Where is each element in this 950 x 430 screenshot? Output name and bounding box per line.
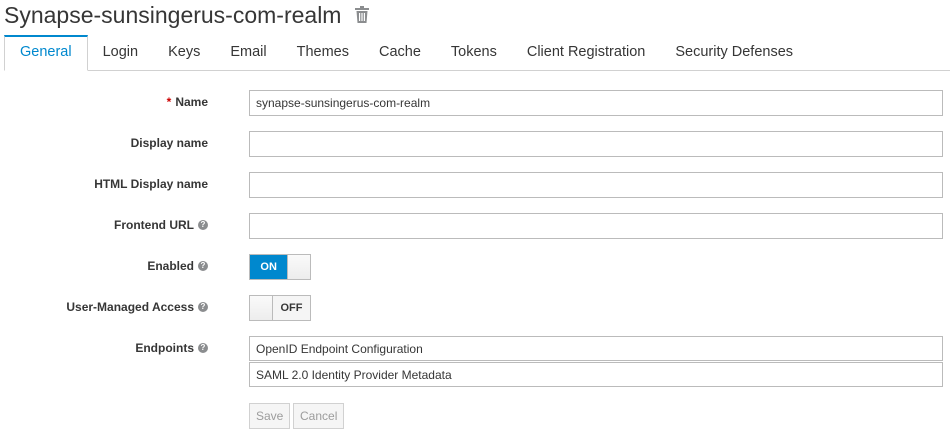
display-name-label-text: Display name xyxy=(130,136,208,150)
page-header: Synapse-sunsingerus-com-realm xyxy=(4,0,371,30)
user-managed-access-toggle-state: OFF xyxy=(273,296,310,320)
name-label-text: Name xyxy=(175,95,208,109)
question-circle-icon[interactable]: ? xyxy=(198,343,208,353)
tab-keys[interactable]: Keys xyxy=(153,35,215,69)
save-button[interactable]: Save xyxy=(249,403,291,429)
frontend-url-label-text: Frontend URL xyxy=(114,218,194,232)
toggle-handle xyxy=(250,296,273,320)
tab-themes[interactable]: Themes xyxy=(282,35,364,69)
endpoint-saml-link[interactable]: SAML 2.0 Identity Provider Metadata xyxy=(249,362,943,387)
endpoints-label: Endpoints ? xyxy=(135,341,208,355)
enabled-label-text: Enabled xyxy=(147,259,194,273)
display-name-label: Display name xyxy=(131,136,208,150)
page-title: Synapse-sunsingerus-com-realm xyxy=(4,1,342,28)
endpoint-openid-link[interactable]: OpenID Endpoint Configuration xyxy=(249,336,943,361)
display-name-input[interactable] xyxy=(249,131,943,157)
user-managed-access-toggle[interactable]: OFF xyxy=(249,295,311,321)
html-display-name-input[interactable] xyxy=(249,172,943,198)
question-circle-icon[interactable]: ? xyxy=(198,220,208,230)
name-label: * Name xyxy=(167,95,208,109)
endpoints-label-text: Endpoints xyxy=(135,341,194,355)
user-managed-access-label-text: User-Managed Access xyxy=(66,300,194,314)
tab-login[interactable]: Login xyxy=(88,35,153,69)
realm-tabs: General Login Keys Email Themes Cache To… xyxy=(4,35,950,71)
tab-tokens[interactable]: Tokens xyxy=(436,35,512,69)
tab-client-registration[interactable]: Client Registration xyxy=(512,35,660,69)
tab-security-defenses[interactable]: Security Defenses xyxy=(660,35,808,69)
question-circle-icon[interactable]: ? xyxy=(198,302,208,312)
tab-general[interactable]: General xyxy=(4,35,88,71)
tab-cache[interactable]: Cache xyxy=(364,35,436,69)
enabled-label: Enabled ? xyxy=(147,259,208,273)
frontend-url-label: Frontend URL ? xyxy=(114,218,208,232)
required-marker: * xyxy=(166,95,172,109)
user-managed-access-label: User-Managed Access ? xyxy=(66,300,208,314)
name-input[interactable]: synapse-sunsingerus-com-realm xyxy=(249,90,943,116)
toggle-handle xyxy=(287,255,310,279)
question-circle-icon[interactable]: ? xyxy=(198,261,208,271)
enabled-toggle[interactable]: ON xyxy=(249,254,311,280)
enabled-toggle-state: ON xyxy=(250,255,288,279)
trash-icon[interactable] xyxy=(355,6,371,26)
cancel-button[interactable]: Cancel xyxy=(293,403,345,429)
html-display-name-label-text: HTML Display name xyxy=(94,177,208,191)
html-display-name-label: HTML Display name xyxy=(94,177,208,191)
frontend-url-input[interactable] xyxy=(249,213,943,239)
tab-email[interactable]: Email xyxy=(215,35,281,69)
